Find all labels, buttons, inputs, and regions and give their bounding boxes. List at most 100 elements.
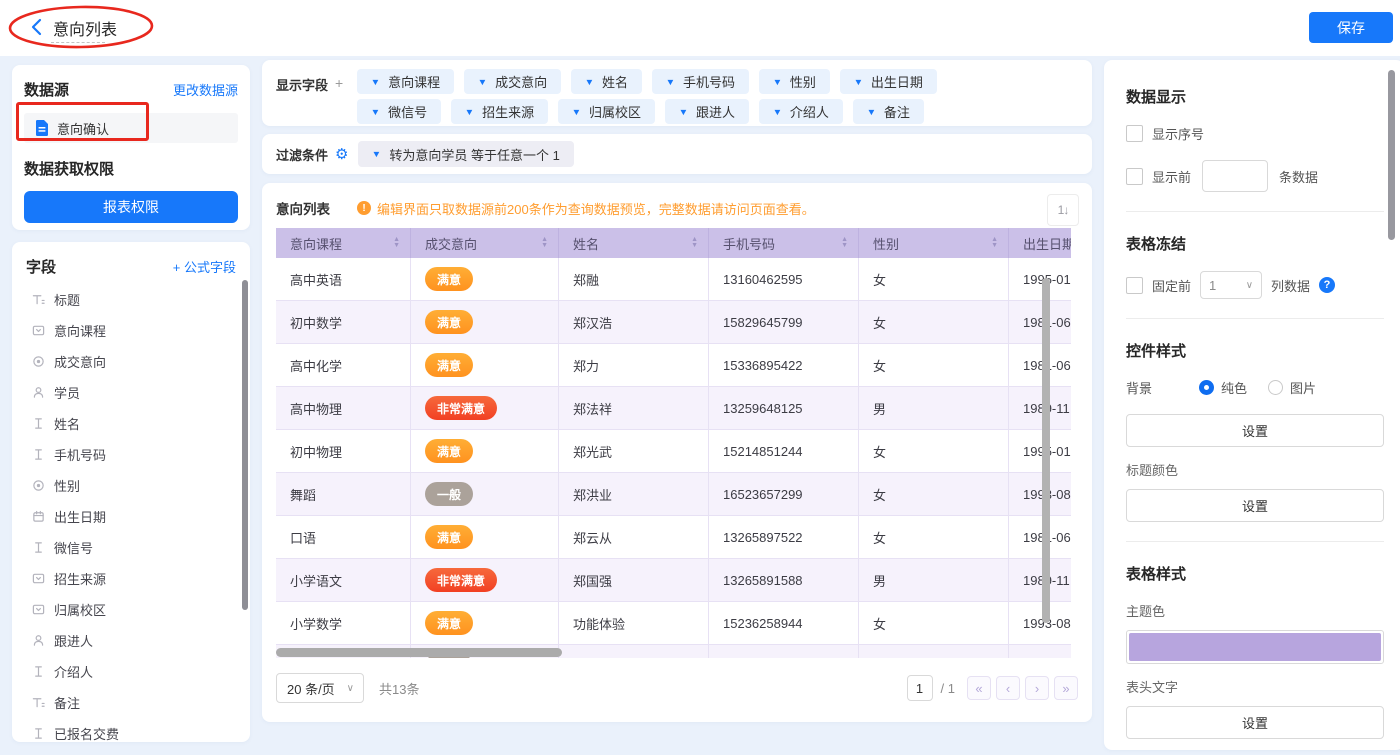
display-field-chip[interactable]: ▼姓名 xyxy=(571,69,642,94)
table-cell: 非常满意 xyxy=(411,559,559,601)
sort-icon: ▲▼ xyxy=(991,237,998,249)
table-cell: 1989-11 xyxy=(1009,559,1071,601)
table-cell: 功能体验 xyxy=(559,602,709,644)
field-item[interactable]: 出生日期 xyxy=(12,501,250,532)
show-first-checkbox[interactable] xyxy=(1126,168,1143,185)
display-field-chip[interactable]: ▼性别 xyxy=(759,69,830,94)
theme-color-swatch[interactable] xyxy=(1126,630,1384,664)
horizontal-scrollbar[interactable] xyxy=(276,648,562,657)
table-cell: 女 xyxy=(859,344,1009,386)
table-cell: 郑融 xyxy=(559,258,709,300)
display-field-chip[interactable]: ▼手机号码 xyxy=(652,69,749,94)
field-item[interactable]: 性别 xyxy=(12,470,250,501)
filter-condition-chip[interactable]: ▼ 转为意向学员 等于任意一个 1 xyxy=(358,141,573,167)
table-row: 口语满意郑云从13265897522女1981-06 xyxy=(276,516,1071,559)
table-row: 高中化学满意郑力15336895422女1981-06 xyxy=(276,344,1071,387)
field-item[interactable]: 学员 xyxy=(12,377,250,408)
column-header[interactable]: 姓名▲▼ xyxy=(559,228,709,258)
add-field-icon[interactable]: + xyxy=(335,75,343,126)
panel-scrollbar[interactable] xyxy=(1388,70,1395,240)
field-item[interactable]: 成交意向 xyxy=(12,346,250,377)
display-field-chip[interactable]: ▼意向课程 xyxy=(357,69,454,94)
field-item[interactable]: 介绍人 xyxy=(12,656,250,687)
datasource-card: 数据源 更改数据源 意向确认 数据获取权限 报表权限 xyxy=(12,65,250,230)
table-cell: 高中化学 xyxy=(276,344,411,386)
header-text-setting-button[interactable]: 设置 xyxy=(1126,706,1384,739)
table-style-title: 表格样式 xyxy=(1126,563,1384,584)
display-field-chip[interactable]: ▼备注 xyxy=(853,99,924,124)
freeze-checkbox[interactable] xyxy=(1126,277,1143,294)
intent-badge: 满意 xyxy=(425,353,473,377)
page-number-input[interactable] xyxy=(907,675,933,701)
display-field-chip[interactable]: ▼成交意向 xyxy=(464,69,561,94)
table-cell: 女 xyxy=(859,473,1009,515)
back-icon[interactable] xyxy=(30,18,44,36)
display-field-chip[interactable]: ▼微信号 xyxy=(357,99,441,124)
table-cell: 男 xyxy=(859,559,1009,601)
table-cell: 女 xyxy=(859,258,1009,300)
help-icon[interactable]: ? xyxy=(1319,277,1335,293)
field-item[interactable]: 招生来源 xyxy=(12,563,250,594)
column-header[interactable]: 出生日期▲▼ xyxy=(1009,228,1071,258)
solid-color-radio[interactable] xyxy=(1199,380,1214,395)
title-field-icon xyxy=(31,696,45,710)
table-cell: 15829645799 xyxy=(709,301,859,343)
display-field-chip[interactable]: ▼跟进人 xyxy=(665,99,749,124)
field-item[interactable]: 跟进人 xyxy=(12,625,250,656)
select-field-icon xyxy=(31,572,45,586)
field-item[interactable]: 标题 xyxy=(12,284,250,315)
column-header[interactable]: 手机号码▲▼ xyxy=(709,228,859,258)
formula-field-link[interactable]: + 公式字段 xyxy=(173,257,236,276)
datasource-item[interactable]: 意向确认 xyxy=(24,113,238,143)
change-datasource-link[interactable]: 更改数据源 xyxy=(173,80,238,99)
field-item[interactable]: 微信号 xyxy=(12,532,250,563)
table-cell: 小学数学 xyxy=(276,602,411,644)
vertical-scrollbar[interactable] xyxy=(1042,278,1050,623)
sort-order-tool[interactable]: 1↓ xyxy=(1047,194,1079,226)
field-item[interactable]: 意向课程 xyxy=(12,315,250,346)
topbar: 意向列表 保存 xyxy=(0,0,1400,56)
fields-scrollbar[interactable] xyxy=(242,280,248,610)
table-row: 小学语文非常满意郑国强13265891588男1989-11 xyxy=(276,559,1071,602)
preview-notice: ! 编辑界面只取数据源前200条作为查询数据预览，完整数据请访问页面查看。 xyxy=(357,199,815,218)
page-size-select[interactable]: 20 条/页 ∨ xyxy=(276,673,364,703)
display-field-chip[interactable]: ▼出生日期 xyxy=(840,69,937,94)
intent-badge: 满意 xyxy=(425,611,473,635)
display-field-chip[interactable]: ▼招生来源 xyxy=(451,99,548,124)
field-item[interactable]: 手机号码 xyxy=(12,439,250,470)
intent-badge: 满意 xyxy=(425,439,473,463)
table-cell: 郑法祥 xyxy=(559,387,709,429)
background-setting-button[interactable]: 设置 xyxy=(1126,414,1384,447)
title-color-setting-button[interactable]: 设置 xyxy=(1126,489,1384,522)
column-header[interactable]: 成交意向▲▼ xyxy=(411,228,559,258)
field-item[interactable]: 归属校区 xyxy=(12,594,250,625)
table-cell: 满意 xyxy=(411,344,559,386)
row-limit-input[interactable] xyxy=(1202,160,1268,192)
save-button[interactable]: 保存 xyxy=(1309,12,1393,43)
prev-page-button[interactable]: ‹ xyxy=(996,676,1020,700)
table-cell: 口语 xyxy=(276,516,411,558)
field-item[interactable]: 已报名交费 xyxy=(12,718,250,742)
column-header[interactable]: 性别▲▼ xyxy=(859,228,1009,258)
field-item[interactable]: 备注 xyxy=(12,687,250,718)
column-header[interactable]: 意向课程▲▼ xyxy=(276,228,411,258)
table-cell: 高中物理 xyxy=(276,387,411,429)
field-item[interactable]: 姓名 xyxy=(12,408,250,439)
page-title: 意向列表 xyxy=(53,16,117,40)
image-radio[interactable] xyxy=(1268,380,1283,395)
sort-icon: ▲▼ xyxy=(691,237,698,249)
settings-panel: 数据显示 显示序号 显示前 条数据 表格冻结 固定前 1 ∨ 列数据 ? 控件样… xyxy=(1104,60,1400,750)
display-field-chip[interactable]: ▼介绍人 xyxy=(759,99,843,124)
last-page-button[interactable]: » xyxy=(1054,676,1078,700)
first-page-button[interactable]: « xyxy=(967,676,991,700)
table-cell: 满意 xyxy=(411,602,559,644)
gear-icon[interactable]: ⚙ xyxy=(335,145,348,163)
next-page-button[interactable]: › xyxy=(1025,676,1049,700)
show-index-checkbox[interactable] xyxy=(1126,125,1143,142)
display-field-chip[interactable]: ▼归属校区 xyxy=(558,99,655,124)
fields-card: 字段 + 公式字段 标题意向课程成交意向学员姓名手机号码性别出生日期微信号招生来… xyxy=(12,242,250,742)
table-cell: 郑光武 xyxy=(559,430,709,472)
datasource-title: 数据源 xyxy=(24,79,69,100)
freeze-count-select[interactable]: 1 ∨ xyxy=(1200,271,1262,299)
report-permission-button[interactable]: 报表权限 xyxy=(24,191,238,223)
